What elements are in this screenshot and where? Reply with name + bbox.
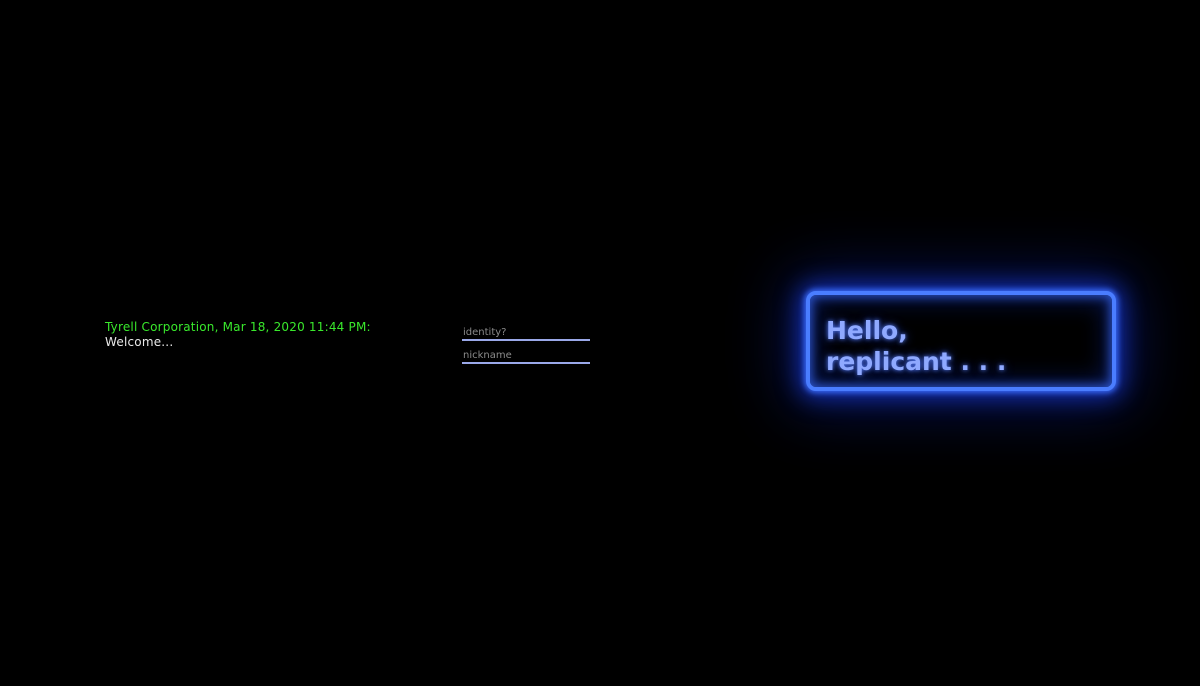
neon-greeting-line-1: Hello, — [826, 316, 908, 345]
neon-greeting-line-2: replicant . . . — [826, 347, 1007, 376]
neon-greeting-box: Hello, replicant . . . — [806, 291, 1116, 391]
terminal-header-line: Tyrell Corporation, Mar 18, 2020 11:44 P… — [105, 320, 371, 334]
terminal-output: Tyrell Corporation, Mar 18, 2020 11:44 P… — [105, 320, 371, 350]
nickname-input[interactable] — [462, 349, 590, 364]
neon-greeting-text: Hello, replicant . . . — [826, 315, 1006, 377]
identity-input[interactable] — [462, 326, 590, 341]
terminal-welcome-line: Welcome... — [105, 335, 174, 349]
page-background: Tyrell Corporation, Mar 18, 2020 11:44 P… — [0, 0, 1200, 686]
login-form — [462, 326, 590, 372]
